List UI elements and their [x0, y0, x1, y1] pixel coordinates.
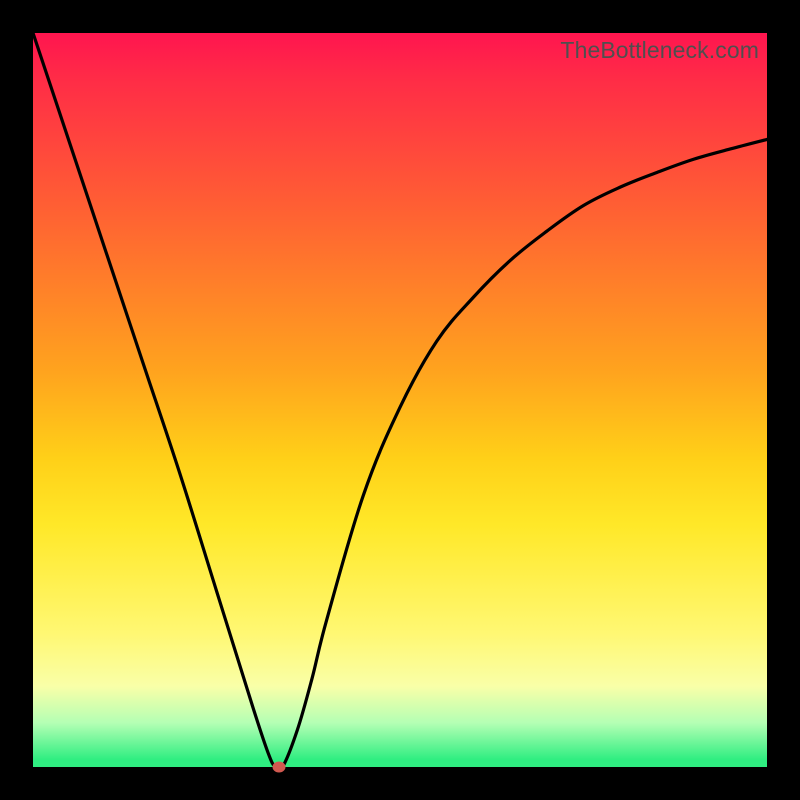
minimum-marker-icon — [272, 762, 285, 773]
bottleneck-curve — [33, 33, 767, 767]
chart-plot-area: TheBottleneck.com — [33, 33, 767, 767]
chart-frame: TheBottleneck.com — [0, 0, 800, 800]
